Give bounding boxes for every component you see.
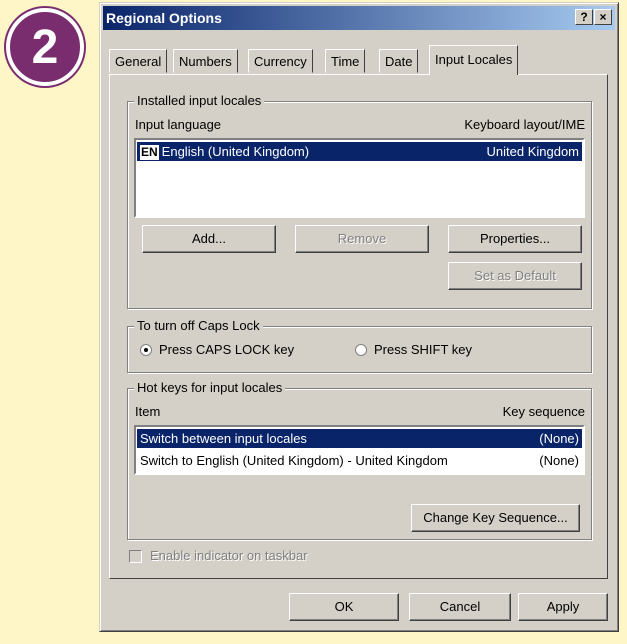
- caps-lock-radio[interactable]: [140, 344, 152, 356]
- cancel-button[interactable]: Cancel: [409, 593, 511, 621]
- caps-lock-label: To turn off Caps Lock: [134, 318, 263, 333]
- tab-currency[interactable]: Currency: [248, 49, 313, 73]
- tab-time[interactable]: Time: [325, 49, 366, 73]
- hotkey-sequence: (None): [539, 431, 579, 446]
- ok-button[interactable]: OK: [289, 593, 399, 621]
- caps-lock-option-label[interactable]: Press CAPS LOCK key: [159, 342, 294, 357]
- tab-panel: Installed input locales Input language K…: [109, 74, 608, 579]
- step-number-badge: 2: [6, 8, 84, 86]
- regional-options-dialog: Regional Options ? × General Numbers Cur…: [99, 2, 619, 632]
- apply-button[interactable]: Apply: [518, 593, 608, 621]
- key-sequence-header: Key sequence: [502, 404, 585, 419]
- window-title: Regional Options: [106, 10, 222, 26]
- hot-keys-group: Hot keys for input locales Item Key sequ…: [127, 380, 592, 540]
- locale-language: English (United Kingdom): [161, 144, 310, 159]
- properties-button[interactable]: Properties...: [448, 225, 582, 253]
- installed-locales-label: Installed input locales: [134, 93, 265, 108]
- item-header: Item: [135, 404, 161, 419]
- tab-general[interactable]: General: [109, 49, 168, 73]
- add-button[interactable]: Add...: [142, 225, 276, 253]
- enable-indicator-label[interactable]: Enable indicator on taskbar: [150, 548, 308, 563]
- input-language-header: Input language: [135, 117, 222, 132]
- hotkey-item: Switch to English (United Kingdom) - Uni…: [140, 453, 448, 468]
- keyboard-layout-header: Keyboard layout/IME: [464, 117, 585, 132]
- hotkey-sequence: (None): [539, 453, 579, 468]
- installed-locales-list[interactable]: EN English (United Kingdom) United Kingdo…: [134, 138, 585, 218]
- table-row[interactable]: Switch between input locales (None): [137, 429, 582, 448]
- language-badge: EN: [140, 145, 159, 160]
- list-item[interactable]: EN English (United Kingdom) United Kingdo…: [137, 142, 582, 161]
- shift-key-option-label[interactable]: Press SHIFT key: [374, 342, 472, 357]
- set-default-button[interactable]: Set as Default: [448, 262, 582, 290]
- tab-date[interactable]: Date: [379, 49, 419, 73]
- hot-keys-list[interactable]: Switch between input locales (None) Swit…: [134, 425, 585, 475]
- remove-button[interactable]: Remove: [295, 225, 429, 253]
- help-button[interactable]: ?: [575, 9, 593, 25]
- tab-input-locales[interactable]: Input Locales: [429, 45, 519, 75]
- installed-locales-group: Installed input locales Input language K…: [127, 93, 592, 309]
- close-button[interactable]: ×: [594, 9, 612, 25]
- locale-layout: United Kingdom: [486, 144, 580, 159]
- hot-keys-label: Hot keys for input locales: [134, 380, 286, 395]
- caps-lock-group: To turn off Caps Lock Press CAPS LOCK ke…: [127, 318, 592, 373]
- shift-key-radio[interactable]: [355, 344, 367, 356]
- table-row[interactable]: Switch to English (United Kingdom) - Uni…: [137, 451, 582, 470]
- change-key-sequence-button[interactable]: Change Key Sequence...: [411, 504, 580, 532]
- title-bar[interactable]: Regional Options ? ×: [103, 6, 615, 30]
- tab-numbers[interactable]: Numbers: [173, 49, 238, 73]
- enable-indicator-checkbox[interactable]: [129, 550, 142, 563]
- hotkey-item: Switch between input locales: [140, 431, 307, 446]
